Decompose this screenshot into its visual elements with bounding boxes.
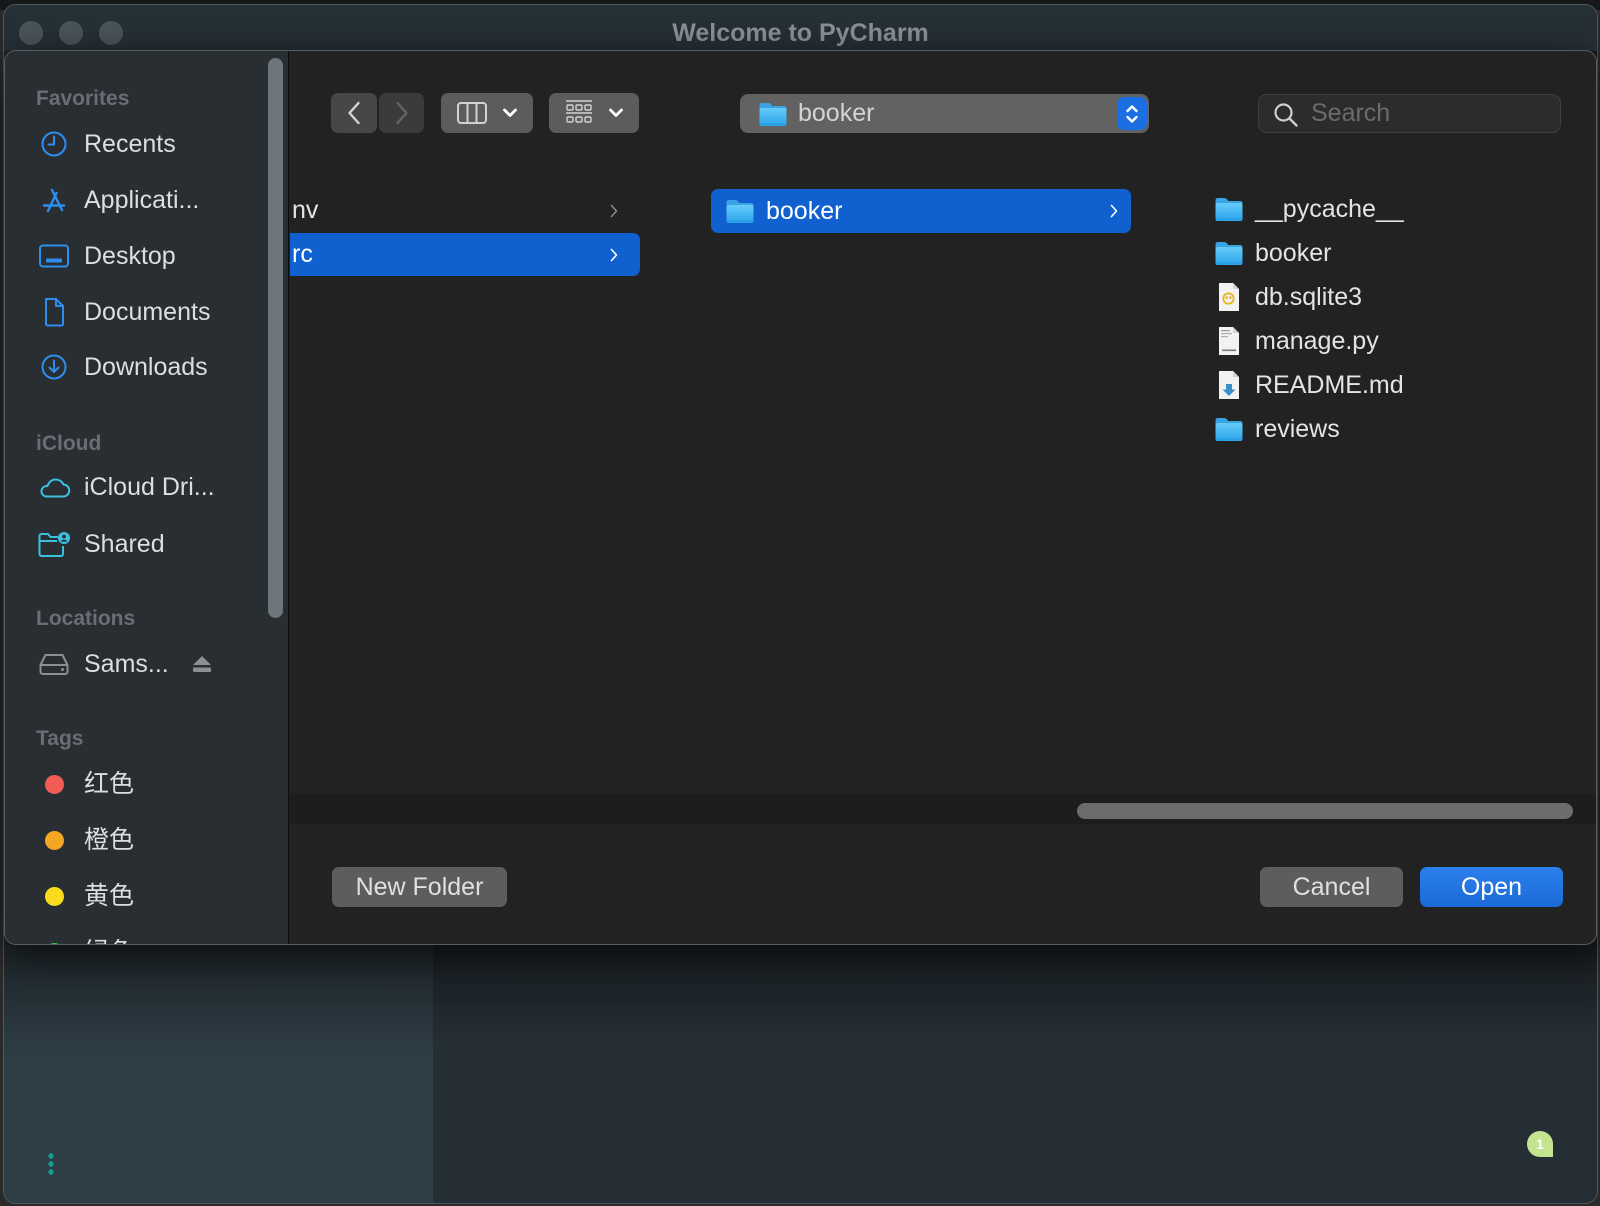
- list-item[interactable]: nv: [290, 189, 640, 232]
- tag-orange-dot-icon: [45, 830, 64, 850]
- sidebar: Favorites Recents Applicati... Desktop D…: [5, 51, 289, 944]
- horizontal-scrollbar[interactable]: [1077, 803, 1573, 819]
- folder-icon: [726, 200, 754, 223]
- sidebar-item-documents[interactable]: Documents: [5, 290, 267, 334]
- sidebar-item-shared[interactable]: Shared: [5, 522, 267, 566]
- sidebar-item-downloads[interactable]: Downloads: [5, 345, 267, 389]
- document-icon: [35, 297, 73, 327]
- window-title: Welcome to PyCharm: [672, 19, 929, 47]
- sidebar-item-recents[interactable]: Recents: [5, 122, 267, 166]
- cloud-icon: [35, 472, 73, 502]
- section-favorites: Favorites: [36, 87, 130, 110]
- section-locations: Locations: [36, 607, 136, 630]
- list-item[interactable]: manage.py: [1210, 319, 1590, 363]
- sidebar-item-desktop[interactable]: Desktop: [5, 234, 267, 278]
- cancel-button[interactable]: Cancel: [1260, 867, 1403, 907]
- new-folder-button[interactable]: New Folder: [332, 867, 507, 907]
- sidebar-tag-yellow[interactable]: 黄色: [5, 874, 267, 918]
- list-item-selected[interactable]: booker: [711, 189, 1131, 233]
- sqlite-file-icon: [1219, 283, 1239, 311]
- chevron-right-icon: [610, 248, 618, 262]
- chevron-right-icon: [1110, 204, 1118, 218]
- tag-yellow-dot-icon: [45, 886, 64, 906]
- folder-icon: [1215, 242, 1243, 265]
- section-icloud: iCloud: [36, 432, 102, 455]
- list-item[interactable]: __pycache__: [1210, 187, 1590, 231]
- list-item[interactable]: reviews: [1210, 407, 1590, 451]
- tag-green-dot-icon: [45, 942, 64, 944]
- browser-column-3: __pycache__ booker db.sqlite3 manage.py …: [1210, 51, 1596, 794]
- list-item[interactable]: README.md: [1210, 363, 1590, 407]
- list-item[interactable]: db.sqlite3: [1210, 275, 1590, 319]
- shared-folder-icon: [35, 529, 73, 559]
- sidebar-scrollbar[interactable]: [268, 58, 283, 618]
- sidebar-tag-red[interactable]: 红色: [5, 762, 267, 806]
- hard-drive-icon: [35, 649, 73, 679]
- open-file-dialog: Favorites Recents Applicati... Desktop D…: [4, 50, 1597, 945]
- sidebar-item-applications[interactable]: Applicati...: [5, 178, 267, 222]
- open-button[interactable]: Open: [1420, 867, 1563, 907]
- applications-icon: [35, 185, 73, 215]
- browser-column-2: booker: [655, 51, 1155, 794]
- chevron-right-icon: [610, 204, 618, 218]
- sidebar-item-drive[interactable]: Sams...: [5, 642, 267, 686]
- folder-icon: [1215, 418, 1243, 441]
- section-tags: Tags: [36, 727, 84, 750]
- download-icon: [35, 352, 73, 382]
- python-file-icon: [1219, 327, 1239, 355]
- folder-icon: [1215, 198, 1243, 221]
- clock-icon: [35, 129, 73, 159]
- desktop-icon: [35, 241, 73, 271]
- list-item-selected[interactable]: rc: [290, 233, 640, 276]
- title-bar: Welcome to PyCharm: [4, 5, 1597, 51]
- notification-badge[interactable]: 1: [1527, 1131, 1553, 1157]
- sidebar-tag-green[interactable]: 绿色: [5, 930, 267, 944]
- sidebar-tag-orange[interactable]: 橙色: [5, 818, 267, 862]
- markdown-file-icon: [1219, 371, 1239, 399]
- browser-column-1: nv rc: [290, 51, 645, 794]
- tag-red-dot-icon: [45, 774, 64, 794]
- eject-icon[interactable]: [191, 654, 213, 674]
- list-item[interactable]: booker: [1210, 231, 1590, 275]
- sidebar-item-icloud-drive[interactable]: iCloud Dri...: [5, 465, 267, 509]
- more-options-icon[interactable]: [47, 1153, 55, 1175]
